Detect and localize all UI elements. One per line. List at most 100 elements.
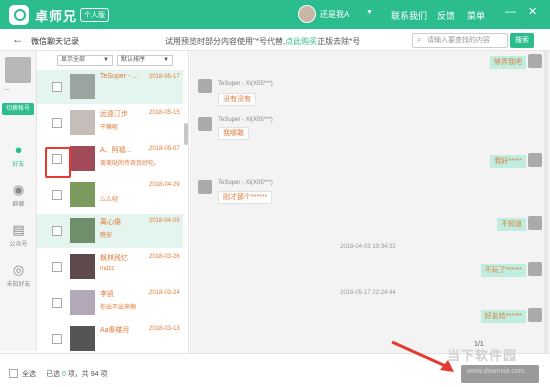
- close-icon[interactable]: ✕: [528, 7, 537, 18]
- menu-link[interactable]: 菜单: [467, 9, 485, 22]
- contact-name: TeSuper - ...: [100, 73, 139, 80]
- chevron-down-icon[interactable]: ▼: [366, 9, 373, 16]
- contact-avatar: [70, 326, 95, 351]
- back-arrow-icon[interactable]: ←: [12, 32, 24, 46]
- contact-row[interactable]: 李凯 2018-03-24 你出不出来啊: [37, 286, 183, 320]
- contact-avatar: [198, 180, 212, 194]
- app-title: 卓师兄: [35, 9, 78, 24]
- user-avatar[interactable]: [298, 5, 316, 23]
- contact-date: 2018-03-13: [149, 326, 180, 332]
- message-bubble: 刚才那个******: [218, 191, 273, 204]
- selected-mid: 项，共: [67, 371, 89, 378]
- sidebar-item-friends[interactable]: ● 好友: [0, 142, 37, 169]
- contact-name: 离心傷: [100, 219, 121, 226]
- contact-avatar: [70, 254, 95, 279]
- contact-avatar: [198, 117, 212, 131]
- contact-checkbox[interactable]: [52, 190, 62, 200]
- switch-account-button[interactable]: 切换帐号: [2, 103, 34, 115]
- unknown-user-icon: ◎: [12, 262, 25, 277]
- minimize-icon[interactable]: —: [505, 7, 516, 18]
- sidebar-item-groups[interactable]: ◉ 群聊: [0, 182, 37, 209]
- message-bubble: 好友给******: [480, 310, 526, 323]
- group-icon: ◉: [12, 182, 25, 197]
- contact-avatar: [70, 218, 95, 243]
- total-suffix: 项: [100, 371, 108, 378]
- select-all-checkbox[interactable]: [9, 369, 18, 378]
- my-avatar: [528, 262, 542, 276]
- user-name[interactable]: 还是我A: [320, 9, 349, 20]
- contact-last-message: 美美哒的传奇页好吃。: [100, 161, 161, 167]
- contact-us-link[interactable]: 联系我们: [391, 9, 427, 22]
- account-name: …: [4, 86, 10, 92]
- contact-last-message: 么么哒: [100, 197, 119, 203]
- search-button[interactable]: 搜索: [510, 33, 534, 48]
- contact-row[interactable]: 2018-04-29 么么哒: [37, 178, 183, 212]
- contact-checkbox[interactable]: [52, 262, 62, 272]
- sidebar-item-label: 未知好友: [6, 282, 31, 288]
- left-sidebar: … 切换帐号 ● 好友 ◉ 群聊 ▤ 公众号 ◎ 未知好友: [0, 51, 37, 351]
- watermark-url: www.downxia.com: [467, 368, 525, 375]
- chevron-down-icon: ▼: [103, 57, 109, 63]
- contact-row[interactable]: 枫林残忆 2018-03-26 mdzz: [37, 250, 183, 284]
- chat-panel: 够弄我吧 TeSuper - Xi(X05***) 没有没有 TeSuper -…: [190, 51, 550, 353]
- notice-prefix: 试用预览时部分内容使用"*号代替,: [165, 37, 286, 46]
- contact-last-message: 晚安: [100, 233, 113, 239]
- sort-select-value: 默认排序: [121, 57, 146, 63]
- account-avatar: [5, 57, 31, 83]
- contact-avatar: [198, 79, 212, 93]
- highlight-box: [45, 147, 71, 178]
- select-all-label[interactable]: 全选: [22, 369, 36, 379]
- contact-row[interactable]: Aa秦楼月 2018-03-13: [37, 322, 183, 353]
- notice-suffix: 正版去除*号: [317, 37, 361, 46]
- contact-date: 2018-04-29: [149, 182, 180, 188]
- person-icon: ●: [14, 142, 23, 157]
- contact-checkbox[interactable]: [52, 334, 62, 344]
- chat-scrollbar[interactable]: [544, 51, 548, 353]
- sidebar-item-unknown[interactable]: ◎ 未知好友: [0, 262, 37, 289]
- message-bubble: 我哪敢: [218, 127, 249, 140]
- timestamp: 2018-05-17 22:24:44: [340, 290, 396, 296]
- my-avatar: [528, 216, 542, 230]
- contact-list: 显示全部 ▼ 默认排序 ▼ TeSuper - ... 2018-05-17 远遠汀…: [37, 51, 189, 353]
- contact-row[interactable]: 离心傷 2018-04-05 晚安: [37, 214, 183, 248]
- search-icon: ⌕: [417, 35, 422, 44]
- contact-name: Aa秦楼月: [100, 327, 130, 334]
- scope-select-value: 显示全部: [61, 57, 86, 63]
- feedback-link[interactable]: 反馈: [437, 9, 455, 22]
- contact-row[interactable]: 远遠汀步 2018-05-15 干嘛呢: [37, 106, 183, 140]
- contact-last-message: mdzz: [100, 266, 115, 272]
- message-bubble: 不知道: [497, 218, 526, 231]
- sidebar-item-official[interactable]: ▤ 公众号: [0, 223, 37, 249]
- sub-header: ← 微信聊天记录 试用预览时部分内容使用"*号代替,点此购买正版去除*号 ⌕ 搜…: [0, 29, 550, 51]
- contact-last-message: 干嘛呢: [100, 125, 119, 131]
- contact-date: 2018-05-17: [149, 74, 180, 80]
- title-bar: 卓师兄 个人版 还是我A ▼ 联系我们 反馈 菜单 — ✕: [0, 0, 550, 29]
- list-scrollbar[interactable]: [184, 123, 188, 145]
- my-avatar: [528, 308, 542, 322]
- message-nickname: TeSuper - Xi(X05***): [218, 180, 273, 186]
- contact-name: 李凯: [100, 291, 114, 298]
- message-bubble: 没有没有: [218, 93, 256, 106]
- selected-count: 0: [61, 371, 66, 378]
- sidebar-item-label: 公众号: [9, 242, 28, 248]
- watermark-text: 当下软件园: [447, 348, 518, 363]
- contact-checkbox[interactable]: [52, 118, 62, 128]
- contact-name: 枫林残忆: [100, 255, 128, 262]
- contact-checkbox[interactable]: [52, 226, 62, 236]
- message-bubble: 我好*****: [490, 155, 526, 168]
- timestamp: 2018-04-03 19:34:32: [340, 244, 396, 250]
- contact-date: 2018-05-15: [149, 110, 180, 116]
- contact-checkbox[interactable]: [52, 298, 62, 308]
- my-avatar: [528, 153, 542, 167]
- contact-checkbox[interactable]: [52, 82, 62, 92]
- contact-row[interactable]: TeSuper - ... 2018-05-17: [37, 70, 183, 104]
- contact-date: 2018-03-26: [149, 254, 180, 260]
- contact-date: 2018-03-24: [149, 290, 180, 296]
- contact-date: 2018-05-07: [149, 146, 180, 152]
- selected-prefix: 已选: [46, 371, 60, 378]
- sort-select[interactable]: 默认排序 ▼: [117, 55, 173, 66]
- search-input[interactable]: [427, 35, 505, 46]
- app-logo-icon: [9, 5, 29, 25]
- scope-select[interactable]: 显示全部 ▼: [57, 55, 113, 66]
- buy-link[interactable]: 点此购买: [285, 37, 317, 46]
